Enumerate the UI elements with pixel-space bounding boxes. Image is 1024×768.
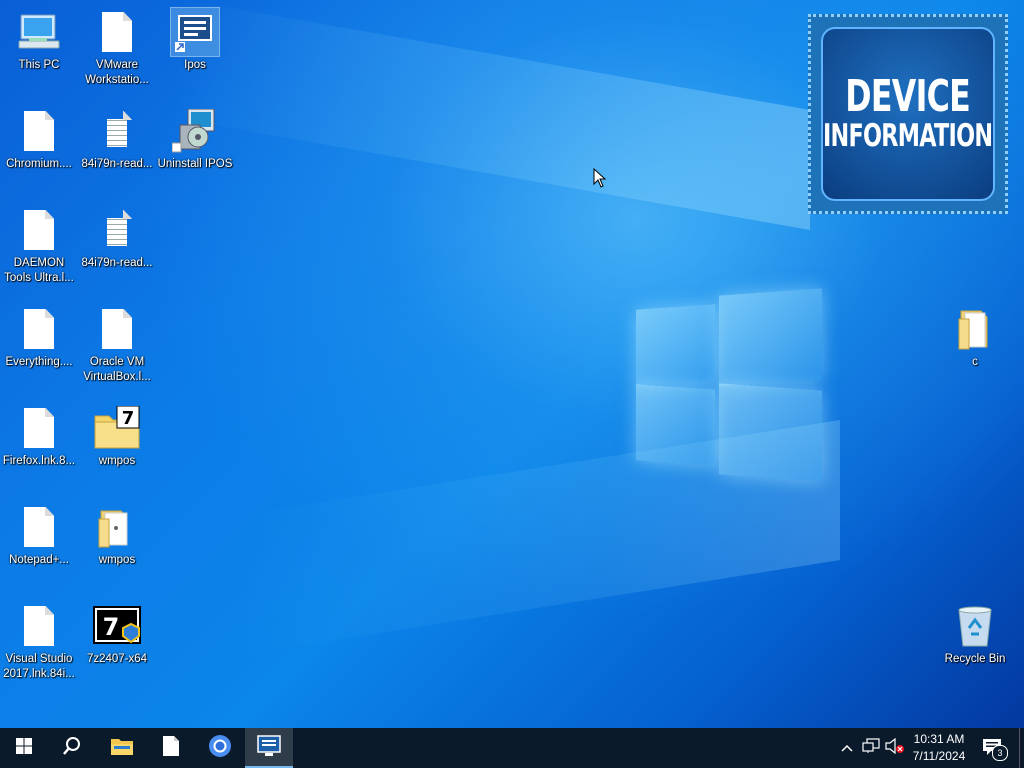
desktop[interactable]: This PC Chromium.... DAEMON Tools Ultra.… (0, 0, 1024, 728)
desktop-icon-this-pc[interactable]: This PC (0, 8, 78, 73)
taskbar-clock[interactable]: 10:31 AM 7/11/2024 (903, 731, 975, 765)
desktop-icon-daemon[interactable]: DAEMON Tools Ultra.l... (0, 206, 78, 286)
svg-text:7: 7 (103, 613, 120, 641)
icon-label: Ipos (184, 59, 206, 71)
network-tray-button[interactable] (860, 728, 882, 768)
device-information-widget[interactable]: DEVICE INFORMATION (808, 14, 1008, 214)
widget-title-line2: INFORMATION (823, 118, 993, 154)
clock-date: 7/11/2024 (912, 749, 966, 763)
start-button[interactable] (0, 728, 48, 768)
notification-count-badge: 3 (992, 745, 1008, 761)
desktop-icon-recycle-bin[interactable]: Recycle Bin (936, 602, 1014, 667)
recycle-bin-icon (951, 602, 999, 650)
file-icon (15, 404, 63, 452)
text-file-icon (93, 206, 141, 254)
folder-icon (951, 305, 999, 353)
desktop-icon-readme-1[interactable]: 84i79n-read... (78, 107, 156, 172)
chromium-icon (208, 734, 232, 763)
icon-label: Chromium.... (6, 158, 72, 170)
icon-label: 84i79n-read... (81, 257, 153, 269)
desktop-icon-ipos[interactable]: Ipos (156, 7, 234, 73)
file-icon (93, 305, 141, 353)
icon-label: This PC (18, 59, 60, 71)
icon-label: Notepad+... (9, 554, 69, 566)
icon-label: wmpos (98, 554, 136, 566)
clock-time: 10:31 AM (913, 732, 965, 746)
file-icon (15, 107, 63, 155)
icon-label: Uninstall IPOS (157, 158, 233, 170)
desktop-icon-readme-2[interactable]: 84i79n-read... (78, 206, 156, 271)
light-beam (170, 0, 810, 231)
show-hidden-icons-button[interactable] (837, 728, 857, 768)
mouse-pointer-icon (593, 167, 607, 193)
icon-label: Oracle VM VirtualBox.l... (83, 356, 151, 383)
desktop-icon-uninstall-ipos[interactable]: Uninstall IPOS (156, 107, 234, 172)
notification-icon: 3 (982, 738, 1008, 761)
windows-wallpaper-logo (636, 288, 822, 482)
desktop-icon-firefox[interactable]: Firefox.lnk.8... (0, 404, 78, 469)
uninstall-icon (171, 107, 219, 155)
7zip-installer-icon: 7 (93, 602, 141, 650)
text-file-icon (93, 107, 141, 155)
desktop-icon-wmpos-2[interactable]: wmpos (78, 503, 156, 568)
file-icon (15, 602, 63, 650)
desktop-icon-oracle-vm[interactable]: Oracle VM VirtualBox.l... (78, 305, 156, 385)
icon-label: Visual Studio 2017.lnk.84i... (3, 653, 75, 680)
icon-label: Firefox.lnk.8... (2, 455, 76, 467)
ipos-icon (257, 734, 281, 762)
folder-icon (110, 736, 134, 761)
notepad-button[interactable] (147, 728, 195, 768)
action-center-button[interactable]: 3 (980, 728, 1008, 768)
desktop-icon-7z[interactable]: 7 7z2407-x64 (78, 602, 156, 667)
icon-label: DAEMON Tools Ultra.l... (4, 257, 74, 284)
network-icon (862, 737, 880, 759)
file-icon (93, 8, 141, 56)
icon-label: Recycle Bin (944, 653, 1006, 665)
show-desktop-button[interactable] (1019, 728, 1020, 768)
chromium-button[interactable] (196, 728, 244, 768)
icon-label: c (972, 356, 978, 368)
desktop-icon-vmware[interactable]: VMware Workstatio... (78, 8, 156, 88)
chevron-up-icon (841, 739, 853, 757)
svg-text:7: 7 (122, 408, 135, 429)
desktop-icon-everything[interactable]: Everything.... (0, 305, 78, 370)
file-icon (15, 305, 63, 353)
ipos-taskbar-button[interactable] (245, 728, 293, 768)
folder-icon (93, 503, 141, 551)
file-explorer-button[interactable] (98, 728, 146, 768)
file-icon (15, 503, 63, 551)
volume-muted-icon (885, 737, 905, 759)
search-icon (62, 736, 82, 761)
desktop-icon-notepadpp[interactable]: Notepad+... (0, 503, 78, 568)
desktop-icon-chromium[interactable]: Chromium.... (0, 107, 78, 172)
ipos-shortcut-icon (170, 7, 220, 57)
icon-label: 84i79n-read... (81, 158, 153, 170)
icon-label: VMware Workstatio... (85, 59, 149, 86)
file-icon (15, 206, 63, 254)
7zip-folder-icon: 7 (93, 404, 141, 452)
desktop-icon-visual-studio[interactable]: Visual Studio 2017.lnk.84i... (0, 602, 78, 682)
computer-icon (15, 8, 63, 56)
icon-label: Everything.... (5, 356, 73, 368)
taskbar: 10:31 AM 7/11/2024 3 (0, 728, 1024, 768)
windows-logo-icon (16, 737, 32, 759)
desktop-icon-wmpos-1[interactable]: 7 wmpos (78, 404, 156, 469)
icon-label: wmpos (98, 455, 136, 467)
search-button[interactable] (48, 728, 96, 768)
desktop-icon-folder-c[interactable]: c (936, 305, 1014, 370)
document-icon (162, 735, 180, 762)
widget-title-line1: DEVICE (845, 71, 972, 122)
icon-label: 7z2407-x64 (86, 653, 148, 665)
